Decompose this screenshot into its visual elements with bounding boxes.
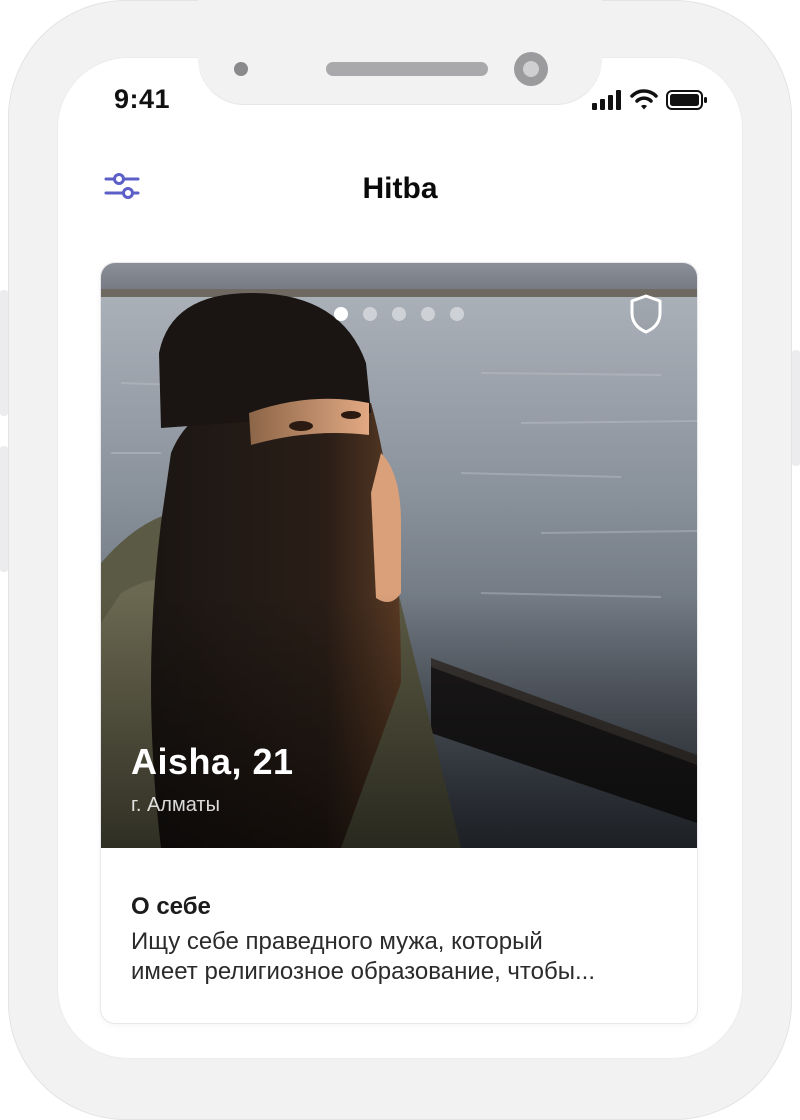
profile-city: г. Алматы [131, 794, 220, 816]
notch [198, 0, 602, 104]
volume-button [0, 290, 8, 416]
photo-pagination [334, 307, 464, 321]
power-button [792, 350, 800, 466]
status-icons [592, 88, 708, 112]
pagination-dot[interactable] [363, 307, 377, 321]
signal-icon [592, 90, 621, 110]
sensor [234, 62, 248, 76]
battery-icon [666, 90, 707, 110]
profile-name-age: Aisha, 21 [131, 741, 294, 782]
front-camera [514, 52, 548, 86]
app-title: Hitba [362, 172, 438, 205]
about-text: Ищу себе праведного мужа, который имеет … [131, 928, 595, 985]
pagination-dot[interactable] [334, 307, 348, 321]
pagination-dot[interactable] [421, 307, 435, 321]
status-time: 9:41 [114, 84, 171, 114]
pagination-dot[interactable] [450, 307, 464, 321]
about-title: О себе [131, 893, 211, 920]
speaker [326, 62, 488, 76]
wifi-icon [630, 89, 658, 110]
volume-button [0, 446, 8, 572]
shield-icon [630, 294, 662, 334]
verification-button[interactable] [628, 293, 664, 335]
pagination-dot[interactable] [392, 307, 406, 321]
profile-card[interactable]: Aisha, 21 г. Алматы О себе Ищу себе прав… [101, 263, 697, 1023]
